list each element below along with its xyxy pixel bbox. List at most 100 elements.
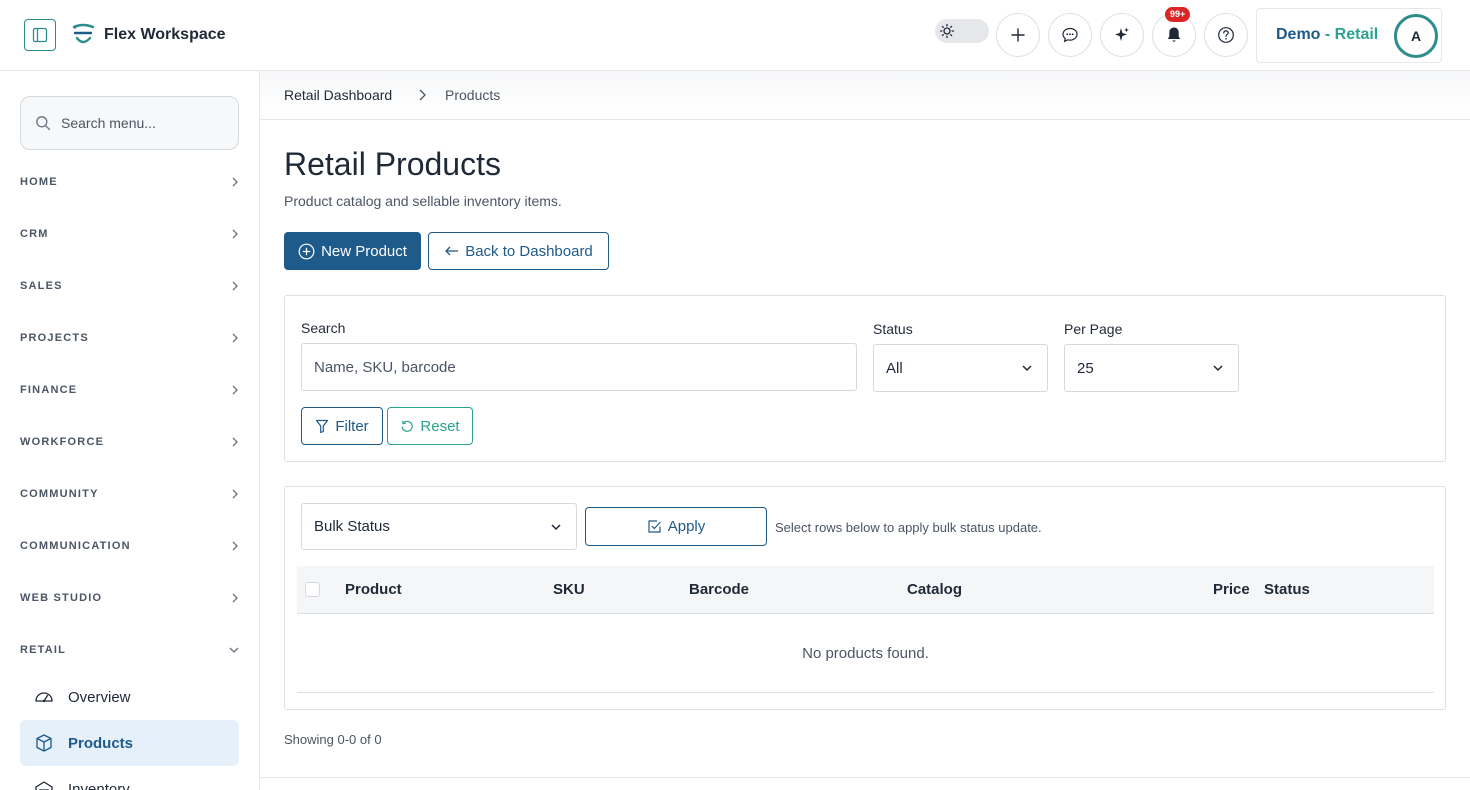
workspace-name-suffix: Retail — [1334, 26, 1379, 43]
theme-toggle[interactable] — [935, 19, 989, 43]
chevron-right-icon — [232, 229, 238, 239]
apply-bulk-status-button[interactable]: Apply — [585, 507, 767, 546]
sidebar-item-sales[interactable]: SALES — [20, 271, 240, 301]
chevron-right-icon — [232, 281, 238, 291]
product-search-input[interactable] — [301, 343, 857, 391]
sidebar-item-label: COMMUNICATION — [20, 540, 131, 552]
filter-button-label: Filter — [335, 417, 369, 435]
brand-logo-icon — [72, 23, 95, 44]
chevron-right-icon — [232, 385, 238, 395]
status-select-value: All — [886, 359, 903, 377]
column-header-status[interactable]: Status — [1264, 581, 1310, 598]
workspace-switcher[interactable]: Demo - Retail A — [1256, 8, 1442, 63]
sidebar-panel-icon — [32, 27, 48, 43]
help-circle-icon — [1218, 27, 1234, 43]
sidebar-subitem-products[interactable]: Products — [20, 720, 239, 766]
menu-search-input[interactable] — [61, 97, 231, 149]
help-button[interactable] — [1204, 13, 1248, 57]
sidebar-item-label: PROJECTS — [20, 332, 89, 344]
search-icon — [36, 116, 51, 131]
per-page-select-value: 25 — [1077, 359, 1094, 377]
sidebar-item-label: HOME — [20, 176, 58, 188]
workspace-name-prefix: Demo — [1276, 26, 1321, 43]
sidebar-item-home[interactable]: HOME — [20, 167, 240, 197]
sidebar-subitem-label: Products — [68, 734, 134, 752]
chat-bubble-icon — [1062, 27, 1078, 43]
bulk-status-select-value: Bulk Status — [314, 518, 390, 535]
messages-button[interactable] — [1048, 13, 1092, 57]
brand-name: Flex Workspace — [104, 26, 226, 43]
menu-search — [20, 96, 239, 150]
reset-button[interactable]: Reset — [387, 407, 473, 445]
sidebar-item-projects[interactable]: PROJECTS — [20, 323, 240, 353]
funnel-icon — [316, 419, 329, 433]
breadcrumb-link-retail-dashboard[interactable]: Retail Dashboard — [284, 87, 392, 103]
notification-count-badge: 99+ — [1165, 7, 1191, 22]
check-square-icon — [648, 520, 661, 533]
column-header-sku[interactable]: SKU — [553, 581, 585, 598]
sidebar-item-retail[interactable]: RETAIL — [20, 635, 240, 665]
sidebar-item-community[interactable]: COMMUNITY — [20, 479, 240, 509]
chevron-down-icon — [1022, 365, 1032, 372]
bulk-status-select[interactable]: Bulk Status — [301, 503, 577, 550]
box-icon — [36, 734, 52, 752]
bell-icon — [1167, 27, 1181, 42]
column-header-price[interactable]: Price — [1213, 581, 1250, 598]
chevron-right-icon — [232, 489, 238, 499]
quick-add-button[interactable] — [996, 13, 1040, 57]
chevron-right-icon — [232, 541, 238, 551]
sidebar-subitem-inventory[interactable]: Inventory — [20, 766, 239, 790]
workspace-name: Demo - Retail — [1276, 26, 1378, 44]
sidebar-toggle-button[interactable] — [24, 19, 56, 51]
select-all-checkbox[interactable] — [305, 582, 320, 597]
dashboard-gauge-icon — [35, 692, 53, 703]
sidebar-item-workforce[interactable]: WORKFORCE — [20, 427, 240, 457]
sidebar-item-label: CRM — [20, 228, 49, 240]
sidebar-item-web-studio[interactable]: WEB STUDIO — [20, 583, 240, 613]
new-product-button[interactable]: New Product — [284, 232, 421, 270]
avatar[interactable]: A — [1394, 14, 1438, 58]
warehouse-icon — [35, 781, 53, 790]
sidebar-subitem-label: Inventory — [68, 780, 130, 790]
per-page-select[interactable]: 25 — [1064, 344, 1239, 392]
chevron-right-icon — [232, 593, 238, 603]
status-select[interactable]: All — [873, 344, 1048, 392]
chevron-down-icon — [1213, 365, 1223, 372]
sidebar-item-label: WEB STUDIO — [20, 592, 103, 604]
chevron-right-icon — [232, 437, 238, 447]
chevron-right-icon — [419, 89, 426, 101]
chevron-down-icon — [229, 647, 239, 653]
chevron-right-icon — [232, 177, 238, 187]
plus-circle-icon — [298, 243, 315, 259]
apply-button-label: Apply — [667, 518, 706, 535]
breadcrumb-current: Products — [445, 87, 501, 103]
workspace-name-separator: - — [1320, 26, 1335, 43]
back-to-dashboard-button[interactable]: Back to Dashboard — [428, 232, 609, 270]
bulk-hint-text: Select rows below to apply bulk status u… — [775, 520, 1042, 535]
filter-button[interactable]: Filter — [301, 407, 383, 445]
reset-button-label: Reset — [420, 417, 460, 435]
status-label: Status — [873, 321, 913, 337]
rotate-ccw-icon — [402, 420, 414, 432]
empty-state-row: No products found. — [297, 614, 1434, 693]
top-bar: Flex Workspace 99+ Demo - Retail A — [0, 0, 1470, 71]
sidebar-item-label: RETAIL — [20, 644, 67, 656]
column-header-catalog[interactable]: Catalog — [907, 581, 962, 598]
column-header-product[interactable]: Product — [345, 581, 402, 598]
chevron-right-icon — [232, 333, 238, 343]
column-header-barcode[interactable]: Barcode — [689, 581, 749, 598]
pagination-summary: Showing 0-0 of 0 — [284, 732, 382, 747]
plus-icon — [1011, 28, 1025, 42]
table-header: Product SKU Barcode Catalog Price Status — [297, 566, 1434, 614]
sidebar-item-finance[interactable]: FINANCE — [20, 375, 240, 405]
footer-divider — [260, 777, 1470, 778]
sidebar-item-label: COMMUNITY — [20, 488, 99, 500]
theme-knob — [937, 21, 957, 41]
arrow-left-icon — [445, 246, 459, 256]
sidebar-subitem-overview[interactable]: Overview — [20, 674, 239, 720]
brand[interactable]: Flex Workspace — [71, 22, 226, 48]
search-label: Search — [301, 320, 346, 336]
ai-assistant-button[interactable] — [1100, 13, 1144, 57]
sidebar-item-communication[interactable]: COMMUNICATION — [20, 531, 240, 561]
sidebar-item-crm[interactable]: CRM — [20, 219, 240, 249]
